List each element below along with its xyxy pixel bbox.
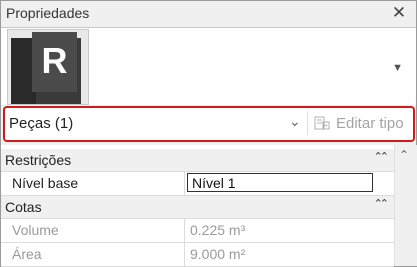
edit-type-button[interactable]: Editar tipo <box>307 111 410 135</box>
vertical-scrollbar[interactable]: ⌃ <box>394 145 417 266</box>
type-dropdown-icon[interactable]: ▼ <box>392 62 403 74</box>
category-restricoes[interactable]: Restrições ⌃⌃ <box>1 149 394 172</box>
scroll-up-icon[interactable]: ⌃ <box>399 148 409 162</box>
property-name: Volume <box>12 222 59 238</box>
property-name: Área <box>12 246 42 262</box>
property-row-area: Área 9.000 m² <box>1 243 394 267</box>
property-row-volume: Volume 0.225 m³ <box>1 219 394 243</box>
edit-type-label: Editar tipo <box>336 115 404 132</box>
type-thumbnail: R <box>7 29 89 105</box>
close-icon[interactable]: ✕ <box>390 3 408 23</box>
edit-type-icon <box>314 116 330 130</box>
category-label: Cotas <box>5 199 42 215</box>
property-row-nivel-base: Nível base Nível 1 <box>1 172 394 196</box>
nivel-base-field[interactable]: Nível 1 <box>187 173 373 192</box>
title-bar: Propriedades ✕ <box>1 1 416 28</box>
panel-title: Propriedades <box>6 5 90 21</box>
property-name: Nível base <box>12 175 79 191</box>
category-cotas[interactable]: Cotas ⌃⌃ <box>1 196 394 219</box>
properties-panel: Propriedades ✕ R ▼ Peças (1) ⌄ Editar ti… <box>0 0 417 267</box>
property-value: 9.000 m² <box>190 246 246 262</box>
collapse-icon[interactable]: ⌃⌃ <box>374 197 390 210</box>
element-filter-label[interactable]: Peças (1) <box>9 115 73 132</box>
properties-grid: Restrições ⌃⌃ Nível base Nível 1 Cotas ⌃… <box>1 145 394 267</box>
collapse-icon[interactable]: ⌃⌃ <box>374 150 390 163</box>
element-filter-selector: Peças (1) ⌄ Editar tipo <box>3 106 415 142</box>
revit-logo-letter: R <box>32 32 77 92</box>
category-label: Restrições <box>5 152 72 168</box>
column-divider <box>184 243 185 266</box>
chevron-down-icon[interactable]: ⌄ <box>289 113 301 130</box>
column-divider <box>184 172 185 195</box>
type-selector[interactable]: R ▼ <box>1 28 416 105</box>
property-value: 0.225 m³ <box>190 222 246 238</box>
column-divider <box>184 219 185 242</box>
